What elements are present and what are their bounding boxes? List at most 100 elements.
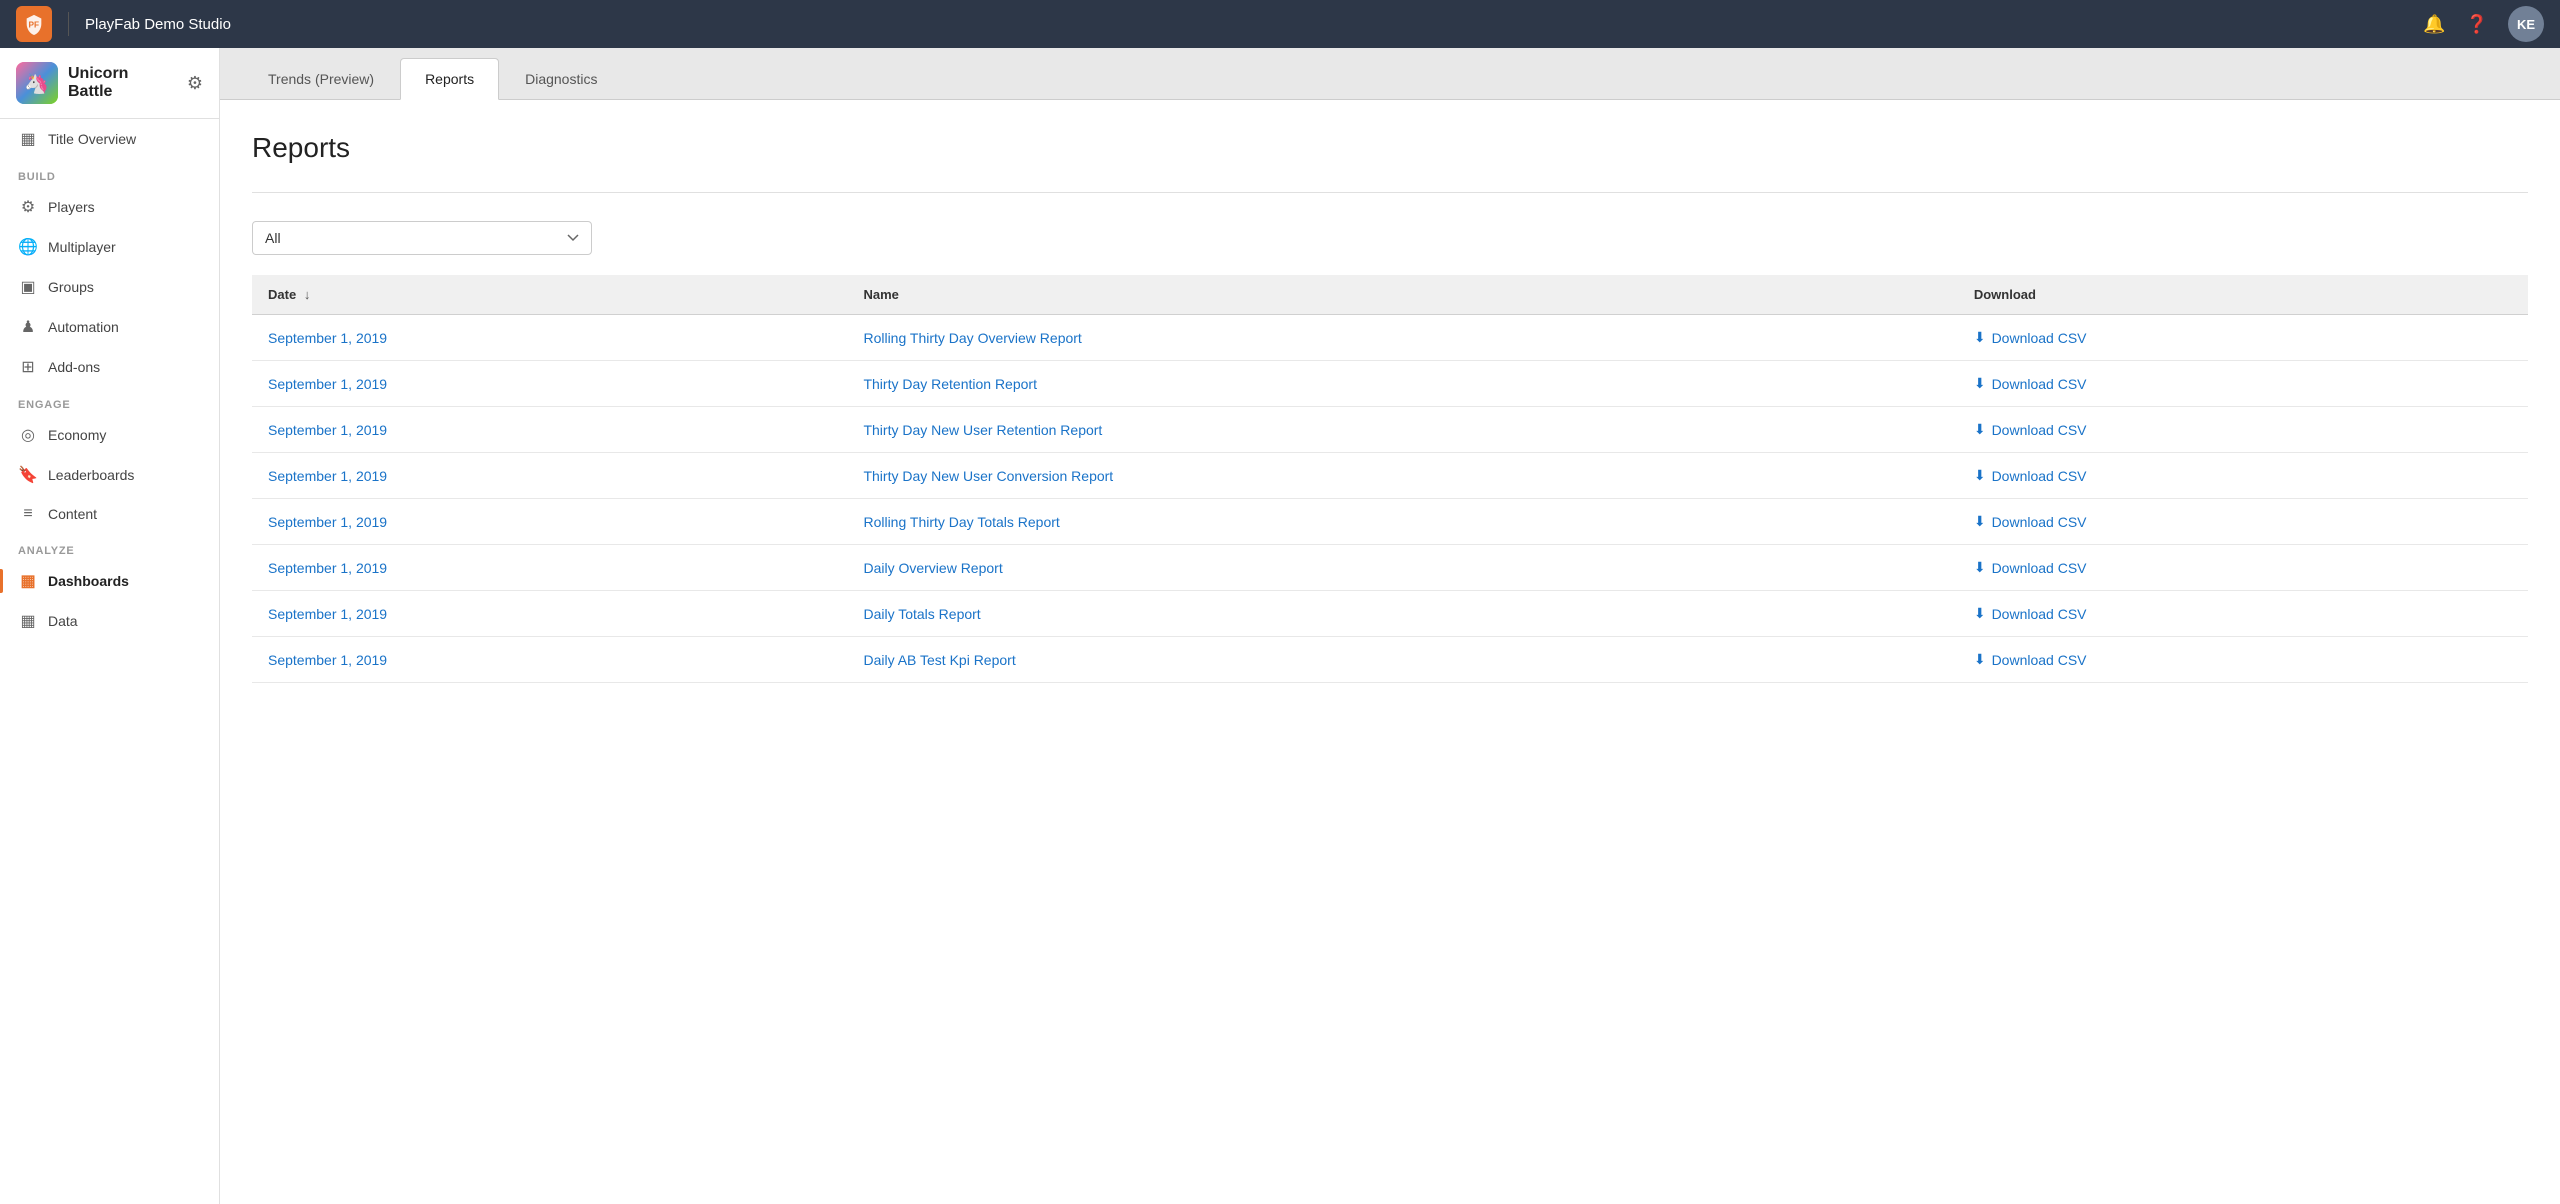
leaderboards-icon: 🔖 (18, 465, 38, 485)
cell-name: Rolling Thirty Day Totals Report (847, 499, 1957, 545)
cell-name: Rolling Thirty Day Overview Report (847, 315, 1957, 361)
table-header: Date ↓ Name Download (252, 275, 2528, 315)
content-icon: ≡ (18, 505, 38, 523)
main-content: Trends (Preview) Reports Diagnostics Rep… (220, 48, 2560, 1204)
sort-arrow-date: ↓ (304, 287, 311, 302)
help-icon[interactable]: ❓ (2466, 14, 2488, 35)
sidebar-label-players: Players (48, 199, 95, 215)
automation-icon: ♟ (18, 317, 38, 337)
download-csv-link[interactable]: ⬇Download CSV (1974, 467, 2512, 484)
cell-date: September 1, 2019 (252, 591, 847, 637)
download-icon: ⬇ (1974, 467, 1986, 484)
cell-name: Thirty Day Retention Report (847, 361, 1957, 407)
download-csv-link[interactable]: ⬇Download CSV (1974, 375, 2512, 392)
filter-select[interactable]: All Daily Monthly Rolling (252, 221, 592, 255)
report-name-link[interactable]: Rolling Thirty Day Totals Report (863, 514, 1059, 530)
cell-name: Thirty Day New User Retention Report (847, 407, 1957, 453)
table-row: September 1, 2019 Rolling Thirty Day Tota… (252, 499, 2528, 545)
cell-date: September 1, 2019 (252, 315, 847, 361)
sidebar-item-data[interactable]: ▦ Data (0, 601, 219, 641)
sidebar-item-groups[interactable]: ▣ Groups (0, 267, 219, 307)
table-row: September 1, 2019 Daily AB Test Kpi Repor… (252, 637, 2528, 683)
table-row: September 1, 2019 Daily Overview Report ⬇D… (252, 545, 2528, 591)
page-divider (252, 192, 2528, 193)
date-link[interactable]: September 1, 2019 (268, 652, 387, 668)
game-icon: 🦄 (16, 62, 58, 104)
data-icon: ▦ (18, 611, 38, 631)
tabs-bar: Trends (Preview) Reports Diagnostics (220, 48, 2560, 100)
cell-date: September 1, 2019 (252, 637, 847, 683)
download-csv-link[interactable]: ⬇Download CSV (1974, 605, 2512, 622)
download-icon: ⬇ (1974, 329, 1986, 346)
notifications-icon[interactable]: 🔔 (2423, 14, 2445, 35)
user-avatar[interactable]: KE (2508, 6, 2544, 42)
col-date[interactable]: Date ↓ (252, 275, 847, 315)
table-row: September 1, 2019 Thirty Day Retention Re… (252, 361, 2528, 407)
sidebar-item-dashboards[interactable]: ▦ Dashboards (0, 561, 219, 601)
sidebar-label-title-overview: Title Overview (48, 131, 136, 147)
svg-text:PF: PF (29, 21, 40, 30)
date-link[interactable]: September 1, 2019 (268, 514, 387, 530)
sidebar-section-engage: ENGAGE (0, 387, 219, 415)
tab-reports[interactable]: Reports (400, 58, 499, 100)
report-name-link[interactable]: Thirty Day New User Conversion Report (863, 468, 1113, 484)
report-name-link[interactable]: Daily Overview Report (863, 560, 1002, 576)
report-name-link[interactable]: Thirty Day New User Retention Report (863, 422, 1102, 438)
date-link[interactable]: September 1, 2019 (268, 422, 387, 438)
page-title: Reports (252, 132, 2528, 164)
sidebar: 🦄 Unicorn Battle ⚙ ▦ Title Overview BUIL… (0, 48, 220, 1204)
date-link[interactable]: September 1, 2019 (268, 560, 387, 576)
sidebar-label-automation: Automation (48, 319, 119, 335)
download-csv-link[interactable]: ⬇Download CSV (1974, 421, 2512, 438)
report-name-link[interactable]: Rolling Thirty Day Overview Report (863, 330, 1081, 346)
sidebar-item-players[interactable]: ⚙ Players (0, 187, 219, 227)
sidebar-item-title-overview[interactable]: ▦ Title Overview (0, 119, 219, 159)
download-csv-link[interactable]: ⬇Download CSV (1974, 651, 2512, 668)
table-row: September 1, 2019 Rolling Thirty Day Over… (252, 315, 2528, 361)
cell-download: ⬇Download CSV (1958, 407, 2528, 453)
date-link[interactable]: September 1, 2019 (268, 376, 387, 392)
download-csv-link[interactable]: ⬇Download CSV (1974, 559, 2512, 576)
sidebar-label-dashboards: Dashboards (48, 573, 129, 589)
sidebar-label-economy: Economy (48, 427, 106, 443)
sidebar-label-leaderboards: Leaderboards (48, 467, 134, 483)
chart-bar-icon: ▦ (18, 129, 38, 149)
groups-icon: ▣ (18, 277, 38, 297)
table-header-row: Date ↓ Name Download (252, 275, 2528, 315)
download-icon: ⬇ (1974, 651, 1986, 668)
table-row: September 1, 2019 Thirty Day New User Con… (252, 453, 2528, 499)
economy-icon: ◎ (18, 425, 38, 445)
playfab-logo: PF (16, 6, 52, 42)
sidebar-section-analyze: ANALYZE (0, 533, 219, 561)
players-icon: ⚙ (18, 197, 38, 217)
sidebar-item-economy[interactable]: ◎ Economy (0, 415, 219, 455)
report-name-link[interactable]: Daily Totals Report (863, 606, 980, 622)
table-row: September 1, 2019 Daily Totals Report ⬇Dow… (252, 591, 2528, 637)
date-link[interactable]: September 1, 2019 (268, 606, 387, 622)
sidebar-item-automation[interactable]: ♟ Automation (0, 307, 219, 347)
date-link[interactable]: September 1, 2019 (268, 468, 387, 484)
download-csv-link[interactable]: ⬇Download CSV (1974, 329, 2512, 346)
download-icon: ⬇ (1974, 375, 1986, 392)
sidebar-item-multiplayer[interactable]: 🌐 Multiplayer (0, 227, 219, 267)
cell-download: ⬇Download CSV (1958, 453, 2528, 499)
tab-trends[interactable]: Trends (Preview) (244, 59, 398, 99)
sidebar-item-addons[interactable]: ⊞ Add-ons (0, 347, 219, 387)
report-name-link[interactable]: Thirty Day Retention Report (863, 376, 1037, 392)
addons-icon: ⊞ (18, 357, 38, 377)
page-content: Reports All Daily Monthly Rolling Date ↓ (220, 100, 2560, 1204)
date-link[interactable]: September 1, 2019 (268, 330, 387, 346)
app-body: 🦄 Unicorn Battle ⚙ ▦ Title Overview BUIL… (0, 48, 2560, 1204)
download-icon: ⬇ (1974, 559, 1986, 576)
cell-date: September 1, 2019 (252, 453, 847, 499)
cell-download: ⬇Download CSV (1958, 591, 2528, 637)
tab-diagnostics[interactable]: Diagnostics (501, 59, 621, 99)
download-csv-link[interactable]: ⬇Download CSV (1974, 513, 2512, 530)
sidebar-item-leaderboards[interactable]: 🔖 Leaderboards (0, 455, 219, 495)
cell-name: Thirty Day New User Conversion Report (847, 453, 1957, 499)
sidebar-item-content[interactable]: ≡ Content (0, 495, 219, 533)
game-settings-button[interactable]: ⚙ (187, 73, 203, 94)
download-icon: ⬇ (1974, 605, 1986, 622)
report-name-link[interactable]: Daily AB Test Kpi Report (863, 652, 1015, 668)
cell-date: September 1, 2019 (252, 545, 847, 591)
